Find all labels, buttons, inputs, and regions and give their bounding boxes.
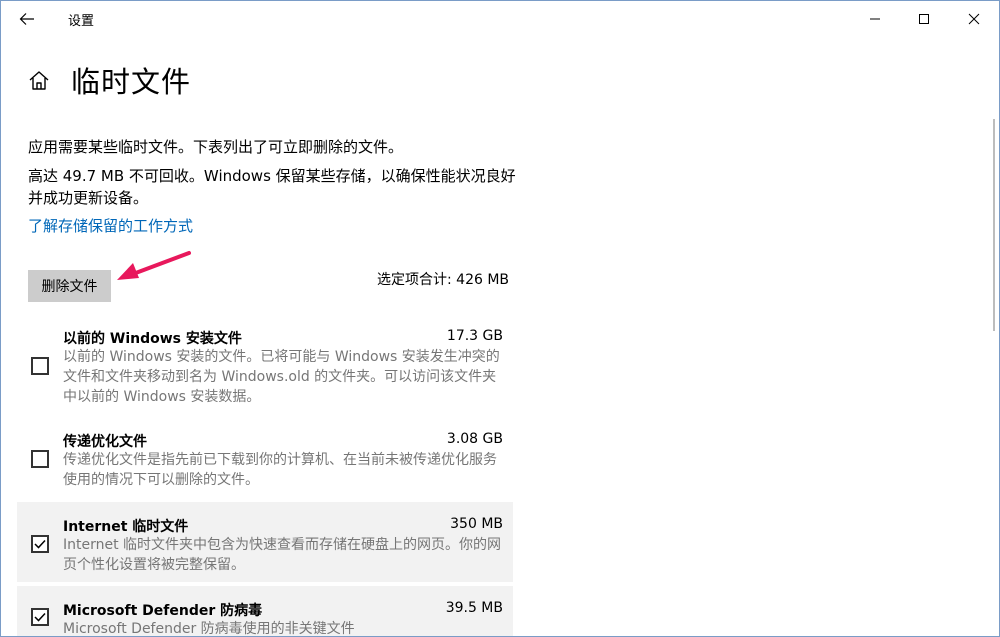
checkbox[interactable]	[31, 450, 49, 468]
close-button[interactable]	[951, 1, 997, 37]
list-item: 以前的 Windows 安装文件 17.3 GB 以前的 Windows 安装的…	[17, 323, 513, 413]
checkmark-icon	[34, 612, 46, 622]
item-title: Internet 临时文件	[63, 519, 189, 535]
page-title: 临时文件	[71, 65, 192, 99]
item-description: Microsoft Defender 防病毒使用的非关键文件	[63, 621, 355, 637]
item-title: 以前的 Windows 安装文件	[63, 331, 242, 347]
checkbox[interactable]	[31, 608, 49, 626]
item-size: 17.3 GB	[446, 328, 503, 344]
minimize-icon	[870, 18, 880, 20]
home-icon[interactable]	[27, 69, 51, 93]
delete-files-button[interactable]: 删除文件	[28, 270, 111, 302]
reserved-storage-text: 高达 49.7 MB 不可回收。Windows 保留某些存储，以确保性能状况良好…	[28, 167, 516, 207]
intro-text: 应用需要某些临时文件。下表列出了可立即删除的文件。	[28, 138, 404, 156]
minimize-button[interactable]	[852, 1, 898, 37]
storage-reserve-link[interactable]: 了解存储保留的工作方式	[28, 215, 193, 236]
list-item: 传递优化文件 3.08 GB 传递优化文件是指先前已下载到你的计算机、在当前未被…	[17, 419, 513, 497]
close-icon	[968, 13, 980, 25]
item-description: 以前的 Windows 安装的文件。已将可能与 Windows 安装发生冲突的文…	[63, 349, 500, 405]
maximize-button[interactable]	[901, 1, 947, 37]
maximize-icon	[919, 14, 929, 24]
settings-window: 设置 临时文件 应用需要某些临时文件。下表列出了可立即删除的文件。 高达 49.…	[0, 0, 1000, 637]
item-size: 39.5 MB	[445, 600, 503, 616]
title-bar: 设置	[1, 1, 999, 37]
list-item: Microsoft Defender 防病毒 39.5 MB Microsoft…	[17, 586, 513, 637]
checkbox[interactable]	[31, 535, 49, 553]
back-button[interactable]	[13, 7, 41, 31]
item-description: Internet 临时文件夹中包含为快速查看而存储在硬盘上的网页。你的网页个性化…	[63, 537, 502, 573]
annotation-arrow-icon	[117, 251, 191, 280]
item-description: 传递优化文件是指先前已下载到你的计算机、在当前未被传递优化服务使用的情况下可以删…	[63, 452, 497, 488]
list-item: Internet 临时文件 350 MB Internet 临时文件夹中包含为快…	[17, 502, 513, 582]
window-title: 设置	[68, 14, 95, 29]
checkmark-icon	[34, 539, 46, 549]
checkbox[interactable]	[31, 357, 49, 375]
item-title: 传递优化文件	[63, 434, 147, 450]
item-size: 3.08 GB	[446, 431, 503, 447]
item-title: Microsoft Defender 防病毒	[63, 603, 263, 619]
item-size: 350 MB	[450, 516, 503, 532]
scrollbar[interactable]	[993, 119, 995, 331]
selected-total: 选定项合计: 426 MB	[377, 272, 510, 288]
back-arrow-icon	[19, 13, 34, 25]
